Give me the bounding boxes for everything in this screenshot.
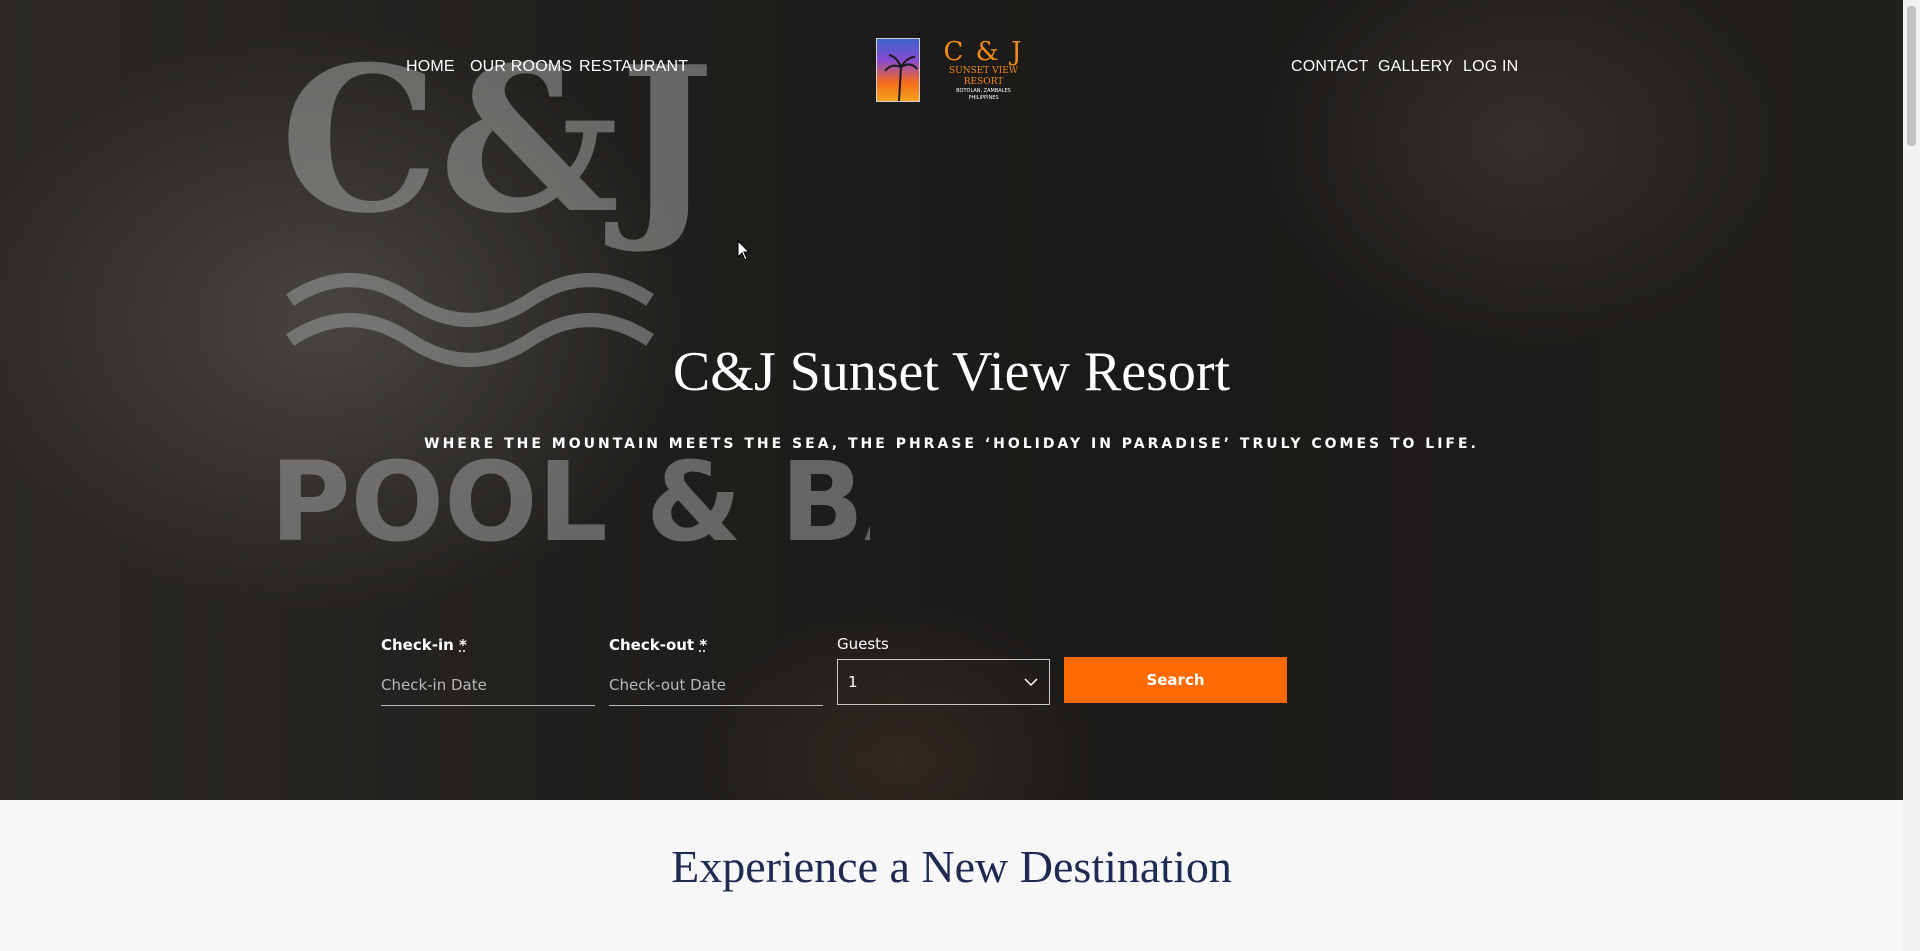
nav-gallery[interactable]: GALLERY — [1378, 58, 1453, 76]
logo-country: PHILIPPINES — [968, 95, 999, 101]
logo-mark: C & J — [943, 37, 1024, 67]
checkout-label-text: Check-out — [609, 636, 695, 654]
logo-name: SUNSET VIEW RESORT — [948, 66, 1019, 87]
guests-label: Guests — [837, 635, 889, 653]
checkin-label: Check-in * — [381, 636, 467, 654]
nav-log-in[interactable]: LOG IN — [1463, 58, 1518, 76]
resort-logo[interactable]: C & J SUNSET VIEW RESORT BOTOLAN, ZAMBAL… — [876, 36, 1032, 102]
hero-title: C&J Sunset View Resort — [672, 341, 1231, 403]
mouse-cursor-icon — [737, 240, 751, 261]
guests-value: 1 — [848, 673, 858, 691]
required-mark: * — [459, 636, 467, 654]
checkin-date-input[interactable] — [381, 665, 595, 706]
nav-our-rooms[interactable]: OUR ROOMS — [470, 58, 572, 76]
hero-tagline: WHERE THE MOUNTAIN MEETS THE SEA, THE PH… — [424, 436, 1479, 452]
section-title: Experience a New Destination — [671, 841, 1232, 892]
search-button[interactable]: Search — [1064, 657, 1287, 703]
checkout-date-input[interactable] — [609, 665, 823, 706]
page-scrollbar[interactable] — [1903, 0, 1920, 951]
checkout-label: Check-out * — [609, 636, 707, 654]
nav-home[interactable]: HOME — [406, 58, 455, 76]
chevron-down-icon — [1024, 678, 1038, 687]
scrollbar-thumb[interactable] — [1907, 6, 1916, 146]
checkin-label-text: Check-in — [381, 636, 454, 654]
palm-sunset-logo-icon — [876, 38, 920, 102]
nav-contact[interactable]: CONTACT — [1291, 58, 1369, 76]
required-mark: * — [699, 636, 708, 654]
logo-wordmark: C & J SUNSET VIEW RESORT BOTOLAN, ZAMBAL… — [931, 38, 1036, 102]
guests-select[interactable]: 1 — [837, 659, 1050, 705]
nav-restaurant[interactable]: RESTAURANT — [579, 58, 688, 76]
logo-location: BOTOLAN, ZAMBALES — [956, 88, 1011, 94]
